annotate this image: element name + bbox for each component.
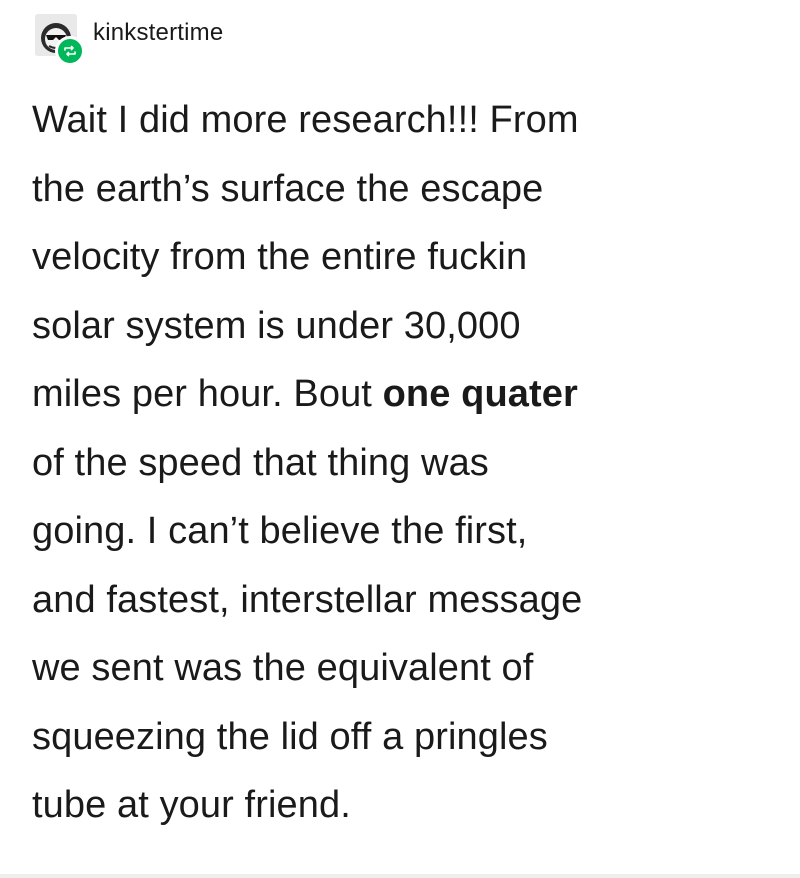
- body-line: velocity from the entire fuckin: [32, 236, 528, 278]
- body-text-plain: miles per hour. Bout: [32, 373, 383, 415]
- body-line-with-emphasis: miles per hour. Bout one quater: [32, 360, 782, 429]
- body-text-bold: one quater: [382, 373, 578, 415]
- body-line: of the speed that thing was: [32, 441, 489, 484]
- divider: [0, 874, 800, 878]
- reblog-icon: [55, 36, 85, 66]
- body-line: solar system is under 30,000: [32, 304, 521, 347]
- username-link[interactable]: kinkstertime: [93, 19, 223, 47]
- body-line: we sent was the equivalent of: [32, 647, 534, 689]
- post-body-text: Wait I did more research!!! From the ear…: [32, 86, 782, 840]
- body-line: the earth’s surface the escape: [32, 167, 544, 210]
- body-line: tube at your friend.: [32, 784, 351, 826]
- body-line: and fastest, interstellar message: [32, 578, 583, 621]
- body-line: Wait I did more research!!! From: [32, 99, 579, 141]
- post-card: kinkstertime Wait I did more research!!!…: [0, 0, 800, 878]
- body-line: going. I can’t believe the first,: [32, 510, 528, 552]
- body-line: squeezing the lid off a pringles: [32, 715, 548, 758]
- avatar-wrap[interactable]: [35, 14, 85, 66]
- post-header: kinkstertime: [35, 10, 223, 66]
